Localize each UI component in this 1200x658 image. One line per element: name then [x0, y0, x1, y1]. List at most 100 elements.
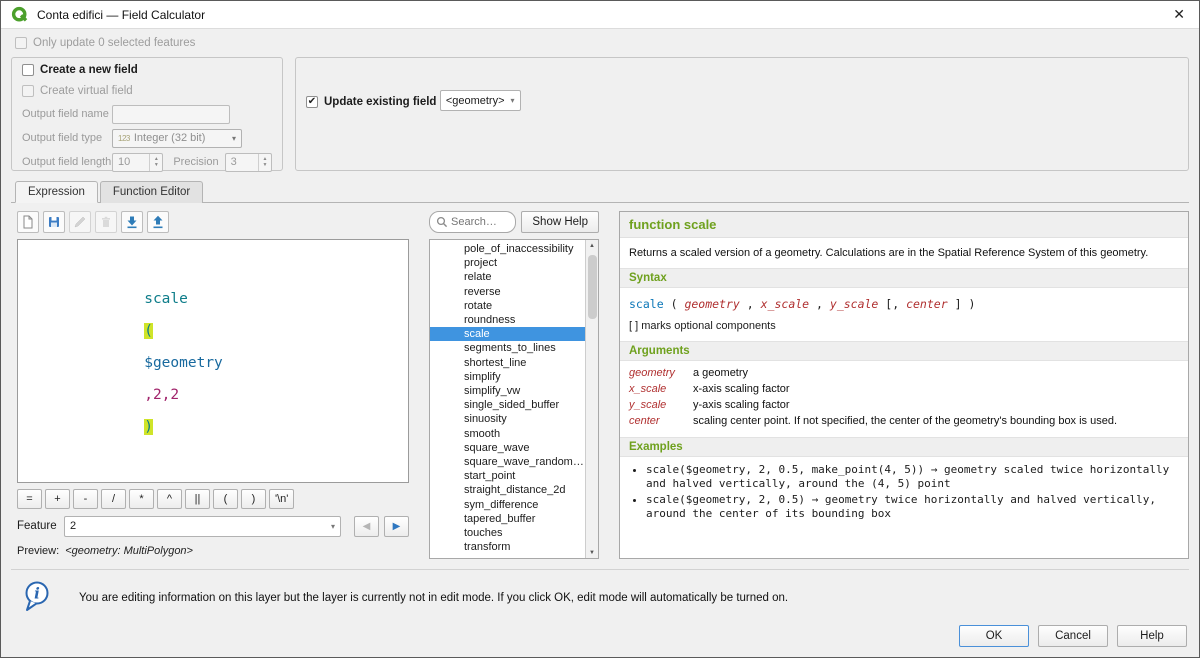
- operator-button[interactable]: (: [213, 489, 238, 509]
- field-options-row: Create a new field Create virtual field …: [11, 57, 1189, 171]
- new-expression-button[interactable]: [17, 211, 39, 233]
- function-name: square_wave: [464, 442, 529, 454]
- checkbox-box: [22, 85, 34, 97]
- syntax-token: geometry: [684, 297, 739, 311]
- arrow-icon: →: [812, 493, 819, 506]
- output-field-name-label: Output field name: [22, 108, 112, 120]
- syntax-token: [,: [885, 297, 906, 311]
- function-name: start_point: [464, 470, 515, 482]
- operator-button[interactable]: -: [73, 489, 98, 509]
- function-name: square_wave_random…: [464, 456, 584, 468]
- only-update-selected-checkbox[interactable]: Only update 0 selected features: [15, 37, 1189, 49]
- function-list-item[interactable]: square_wave: [430, 441, 585, 455]
- function-list-scrollbar[interactable]: ▲ ▼: [585, 240, 598, 558]
- function-list-item[interactable]: sym_difference: [430, 498, 585, 512]
- scroll-up-icon[interactable]: ▲: [589, 240, 595, 251]
- operator-button[interactable]: ^: [157, 489, 182, 509]
- function-name: relate: [464, 271, 492, 283]
- operator-button[interactable]: =: [17, 489, 42, 509]
- operator-button[interactable]: *: [129, 489, 154, 509]
- update-existing-field-checkbox[interactable]: ✔ Update existing field: [306, 96, 436, 108]
- help-button[interactable]: Help: [1117, 625, 1187, 647]
- next-feature-button[interactable]: ▶: [384, 516, 409, 537]
- feature-label: Feature: [17, 520, 59, 532]
- precision-spinner[interactable]: 3 ▲ ▼: [225, 153, 272, 172]
- example-code: scale($geometry, 2, 0.5, make_point(4, 5…: [646, 463, 924, 476]
- function-list-item[interactable]: shortest_line: [430, 356, 585, 370]
- function-name: shortest_line: [464, 357, 526, 369]
- function-list-item[interactable]: touches: [430, 526, 585, 540]
- function-list-item[interactable]: segments_to_lines: [430, 341, 585, 355]
- spinner-buttons[interactable]: ▲ ▼: [258, 154, 271, 171]
- function-list-item[interactable]: straight_distance_2d: [430, 483, 585, 497]
- feature-select[interactable]: 2 ▾: [64, 516, 341, 537]
- expression-token: scale: [144, 291, 188, 307]
- import-expressions-button[interactable]: [121, 211, 143, 233]
- close-icon[interactable]: ✕: [1169, 6, 1189, 23]
- function-name: sym_difference: [464, 499, 538, 511]
- divider: [11, 569, 1189, 570]
- export-expressions-button[interactable]: [147, 211, 169, 233]
- operator-button[interactable]: ): [241, 489, 266, 509]
- function-name: simplify_vw: [464, 385, 520, 397]
- tab-expression[interactable]: Expression: [15, 181, 98, 203]
- function-list-item[interactable]: simplify_vw: [430, 384, 585, 398]
- operator-button[interactable]: +: [45, 489, 70, 509]
- save-expression-button[interactable]: [43, 211, 65, 233]
- existing-field-select[interactable]: <geometry> ▾: [440, 90, 521, 111]
- argument-row: geometry a geometry: [620, 365, 1188, 381]
- spinner-buttons[interactable]: ▲ ▼: [149, 154, 162, 171]
- output-field-length-spinner[interactable]: 10 ▲ ▼: [112, 153, 163, 172]
- operator-buttons: = + - / * ^ || (: [17, 489, 409, 509]
- output-field-type-select[interactable]: 123 Integer (32 bit) ▾: [112, 129, 242, 148]
- function-list-item[interactable]: single_sided_buffer: [430, 398, 585, 412]
- create-virtual-field-checkbox[interactable]: Create virtual field: [22, 85, 133, 97]
- scrollbar-thumb[interactable]: [588, 255, 597, 319]
- show-help-button[interactable]: Show Help: [521, 211, 599, 233]
- operator-button[interactable]: ||: [185, 489, 210, 509]
- function-list-item[interactable]: scale: [430, 327, 585, 341]
- ok-button[interactable]: OK: [959, 625, 1029, 647]
- function-list-item[interactable]: sinuosity: [430, 412, 585, 426]
- cancel-button[interactable]: Cancel: [1038, 625, 1108, 647]
- function-list-item[interactable]: project: [430, 256, 585, 270]
- tab-function-editor[interactable]: Function Editor: [100, 181, 203, 203]
- function-list-item[interactable]: rotate: [430, 299, 585, 313]
- checkbox-checked-box: ✔: [306, 96, 318, 108]
- function-list-item[interactable]: pole_of_inaccessibility: [430, 242, 585, 256]
- syntax-token: ): [968, 297, 975, 311]
- function-list-item[interactable]: square_wave_random…: [430, 455, 585, 469]
- expression-code-editor[interactable]: scale ( $geometry ,2,2 ): [17, 239, 409, 483]
- search-icon: [436, 216, 448, 228]
- qgis-logo-icon: [11, 6, 29, 24]
- integer-type-icon: 123: [118, 134, 130, 143]
- scroll-down-icon[interactable]: ▼: [589, 547, 595, 558]
- preview-value: <geometry: MultiPolygon>: [65, 545, 193, 557]
- spin-down-icon: ▼: [263, 162, 268, 168]
- create-new-field-checkbox[interactable]: Create a new field: [22, 64, 138, 76]
- dialog-buttons: OK Cancel Help: [11, 625, 1189, 649]
- remove-expression-button[interactable]: [95, 211, 117, 233]
- function-list-item[interactable]: simplify: [430, 370, 585, 384]
- function-name: rotate: [464, 300, 492, 312]
- new-field-options: Create virtual field Output field name O…: [22, 85, 272, 172]
- function-list-item[interactable]: smooth: [430, 427, 585, 441]
- function-list-item[interactable]: reverse: [430, 285, 585, 299]
- import-download-icon: [125, 215, 139, 229]
- function-list-item[interactable]: roundness: [430, 313, 585, 327]
- function-list-item[interactable]: relate: [430, 270, 585, 284]
- function-list-item[interactable]: tapered_buffer: [430, 512, 585, 526]
- search-box[interactable]: [429, 211, 516, 233]
- help-arguments-heading: Arguments: [620, 341, 1188, 361]
- output-field-name-input[interactable]: [112, 105, 230, 124]
- expression-token: (: [144, 323, 153, 339]
- search-input[interactable]: [451, 216, 511, 228]
- operator-button[interactable]: /: [101, 489, 126, 509]
- edit-expression-button[interactable]: [69, 211, 91, 233]
- output-field-name-row: Output field name: [22, 104, 272, 124]
- operator-button[interactable]: '\n': [269, 489, 294, 509]
- function-list-item[interactable]: transform: [430, 540, 585, 554]
- function-list-item[interactable]: start_point: [430, 469, 585, 483]
- previous-feature-button[interactable]: ◀: [354, 516, 379, 537]
- function-help-panel: function scale Returns a scaled version …: [619, 211, 1189, 559]
